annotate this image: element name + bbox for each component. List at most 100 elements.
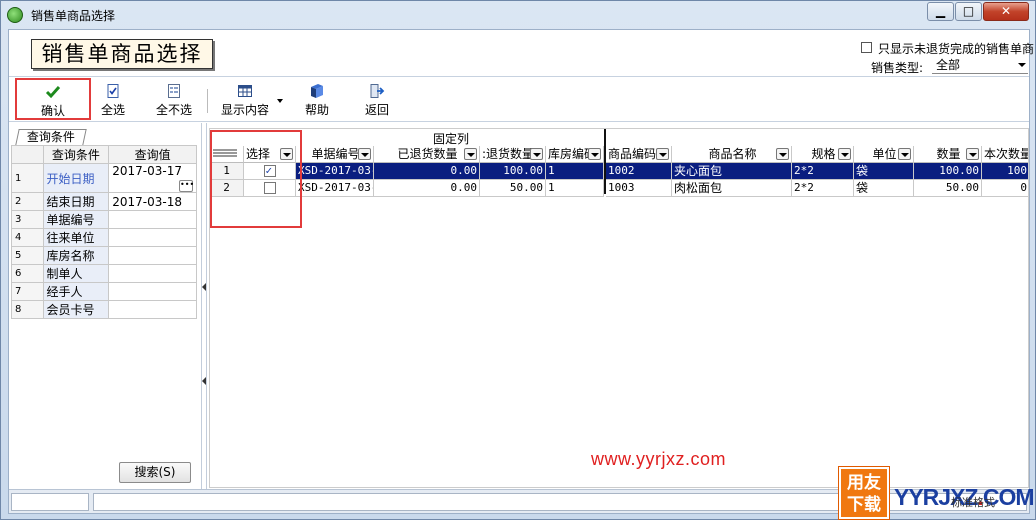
query-row[interactable]: 3 单据编号 bbox=[11, 210, 197, 229]
col-this-qty[interactable]: 本次数量 bbox=[982, 146, 1028, 163]
query-value[interactable] bbox=[108, 228, 197, 247]
row-header-corner[interactable] bbox=[210, 146, 244, 163]
watermark-tail: 标准格式 bbox=[951, 496, 995, 509]
title-bar[interactable]: 销售单商品选择 ▁ □ ✕ bbox=[1, 1, 1035, 29]
only-unreturned-label[interactable]: 只显示未退货完成的销售单商 bbox=[878, 40, 1034, 57]
returned-qty: 0.00 bbox=[374, 163, 480, 180]
row-number: 4 bbox=[11, 228, 44, 247]
filter-dropdown-icon[interactable] bbox=[966, 148, 979, 160]
col-bill-no[interactable]: 单据编号 bbox=[296, 146, 374, 163]
filter-dropdown-icon[interactable] bbox=[530, 148, 543, 160]
goods-name: 夹心面包 bbox=[672, 163, 792, 180]
only-unreturned-checkbox[interactable] bbox=[861, 42, 872, 53]
close-button[interactable]: ✕ bbox=[983, 2, 1029, 21]
query-value[interactable]: 2017-03-18 bbox=[108, 192, 197, 211]
return-qty[interactable]: 50.00 bbox=[480, 180, 546, 197]
query-grid-header: 查询条件 查询值 bbox=[11, 145, 197, 164]
search-button[interactable]: 搜索(S) bbox=[119, 462, 191, 483]
this-qty[interactable]: 0 bbox=[982, 180, 1028, 197]
help-button[interactable]: 帮助 bbox=[295, 79, 339, 119]
sale-type-select[interactable]: 全部 bbox=[932, 57, 1028, 74]
row-number: 1 bbox=[210, 163, 244, 180]
col-returned-qty[interactable]: 已退货数量 bbox=[374, 146, 480, 163]
table-row[interactable]: 2 XSD-2017-03-1 0.00 50.00 1 1003 肉松面包 2… bbox=[210, 180, 1028, 197]
status-panel bbox=[11, 493, 89, 511]
spec: 2*2 bbox=[792, 180, 854, 197]
client-area: 销售单商品选择 只显示未退货完成的销售单商 销售类型: 全部 确认 全选 全不选 bbox=[8, 29, 1034, 514]
filter-dropdown-icon[interactable] bbox=[776, 148, 789, 160]
tab-query-conditions[interactable]: 查询条件 bbox=[15, 129, 87, 145]
back-button[interactable]: 返回 bbox=[355, 79, 399, 119]
col-warehouse-code[interactable]: 库房编码 bbox=[546, 146, 604, 163]
query-value[interactable] bbox=[108, 300, 197, 319]
sale-type-label: 销售类型: bbox=[871, 61, 924, 75]
back-label: 返回 bbox=[364, 103, 389, 117]
logo-line: 下载 bbox=[847, 495, 881, 515]
this-qty[interactable]: 100 bbox=[982, 163, 1028, 180]
col-return-qty-label: :退货数量 bbox=[482, 147, 535, 161]
filter-dropdown-icon[interactable] bbox=[588, 148, 601, 160]
returned-qty: 0.00 bbox=[374, 180, 480, 197]
filter-dropdown-icon[interactable] bbox=[898, 148, 911, 160]
query-row[interactable]: 4 往来单位 bbox=[11, 228, 197, 247]
query-value[interactable] bbox=[108, 210, 197, 229]
row-select-checkbox[interactable] bbox=[263, 163, 276, 179]
row-number: 8 bbox=[11, 300, 44, 319]
tab-query-label: 查询条件 bbox=[26, 130, 75, 144]
query-row[interactable]: 6 制单人 bbox=[11, 264, 197, 283]
query-row[interactable]: 7 经手人 bbox=[11, 282, 197, 301]
query-row[interactable]: 2 结束日期 2017-03-18 bbox=[11, 192, 197, 211]
query-value[interactable]: 2017-03-17 bbox=[112, 165, 182, 179]
col-bill-no-label: 单据编号 bbox=[311, 147, 360, 161]
select-cell[interactable] bbox=[244, 180, 296, 197]
col-goods-code[interactable]: 商品编码 bbox=[606, 146, 672, 163]
filter-dropdown-icon[interactable] bbox=[464, 148, 477, 160]
query-row[interactable]: 5 库房名称 bbox=[11, 246, 197, 265]
table-row[interactable]: 1 XSD-2017-03-1 0.00 100.00 1 1002 夹心面包 … bbox=[210, 163, 1028, 180]
filter-dropdown-icon[interactable] bbox=[838, 148, 851, 160]
query-row[interactable]: 8 会员卡号 bbox=[11, 300, 197, 319]
minimize-button[interactable]: ▁ bbox=[927, 2, 954, 21]
row-number: 5 bbox=[11, 246, 44, 265]
query-value[interactable] bbox=[108, 246, 197, 265]
col-select[interactable]: 选择 bbox=[244, 146, 296, 163]
select-all-button[interactable]: 全选 bbox=[91, 79, 135, 119]
confirm-button[interactable]: 确认 bbox=[15, 78, 91, 120]
query-condition-name: 制单人 bbox=[42, 264, 110, 283]
help-book-icon bbox=[309, 83, 325, 99]
col-select-label: 选择 bbox=[246, 147, 271, 161]
select-cell[interactable] bbox=[244, 163, 296, 180]
date-picker-button[interactable]: ••• bbox=[179, 180, 194, 192]
qty: 100.00 bbox=[914, 163, 982, 180]
query-value[interactable] bbox=[108, 282, 197, 301]
unselect-all-button[interactable]: 全不选 bbox=[149, 79, 199, 119]
col-unit[interactable]: 单位 bbox=[854, 146, 914, 163]
col-spec-label: 规格 bbox=[811, 147, 836, 161]
col-qty[interactable]: 数量 bbox=[914, 146, 982, 163]
show-content-button[interactable]: 显示内容 bbox=[213, 79, 277, 119]
panel-splitter[interactable] bbox=[201, 123, 207, 491]
header-query-value: 查询值 bbox=[108, 145, 197, 164]
query-condition-name: 经手人 bbox=[42, 282, 110, 301]
row-select-checkbox[interactable] bbox=[263, 182, 276, 194]
chevron-down-icon[interactable] bbox=[277, 99, 283, 103]
col-return-qty[interactable]: :退货数量 bbox=[480, 146, 546, 163]
filter-dropdown-icon[interactable] bbox=[656, 148, 669, 160]
query-row[interactable]: 1 开始日期 2017-03-17 ••• bbox=[11, 163, 197, 193]
maximize-button[interactable]: □ bbox=[955, 2, 982, 21]
col-goods-name[interactable]: 商品名称 bbox=[672, 146, 792, 163]
corner-cell bbox=[11, 145, 44, 164]
collapse-left-icon[interactable] bbox=[202, 283, 206, 291]
filter-dropdown-icon[interactable] bbox=[280, 148, 293, 160]
toolbar-separator bbox=[207, 89, 208, 113]
collapse-left-icon[interactable] bbox=[202, 377, 206, 385]
filter-dropdown-icon[interactable] bbox=[358, 148, 371, 160]
show-content-label: 显示内容 bbox=[220, 103, 269, 117]
toolbar: 确认 全选 全不选 显示内容 帮助 返回 bbox=[9, 76, 1029, 122]
row-number: 7 bbox=[11, 282, 44, 301]
chevron-down-icon bbox=[1018, 63, 1026, 67]
return-qty[interactable]: 100.00 bbox=[480, 163, 546, 180]
query-value[interactable] bbox=[108, 264, 197, 283]
query-value-cell[interactable]: 2017-03-17 ••• bbox=[108, 163, 197, 193]
col-spec[interactable]: 规格 bbox=[792, 146, 854, 163]
